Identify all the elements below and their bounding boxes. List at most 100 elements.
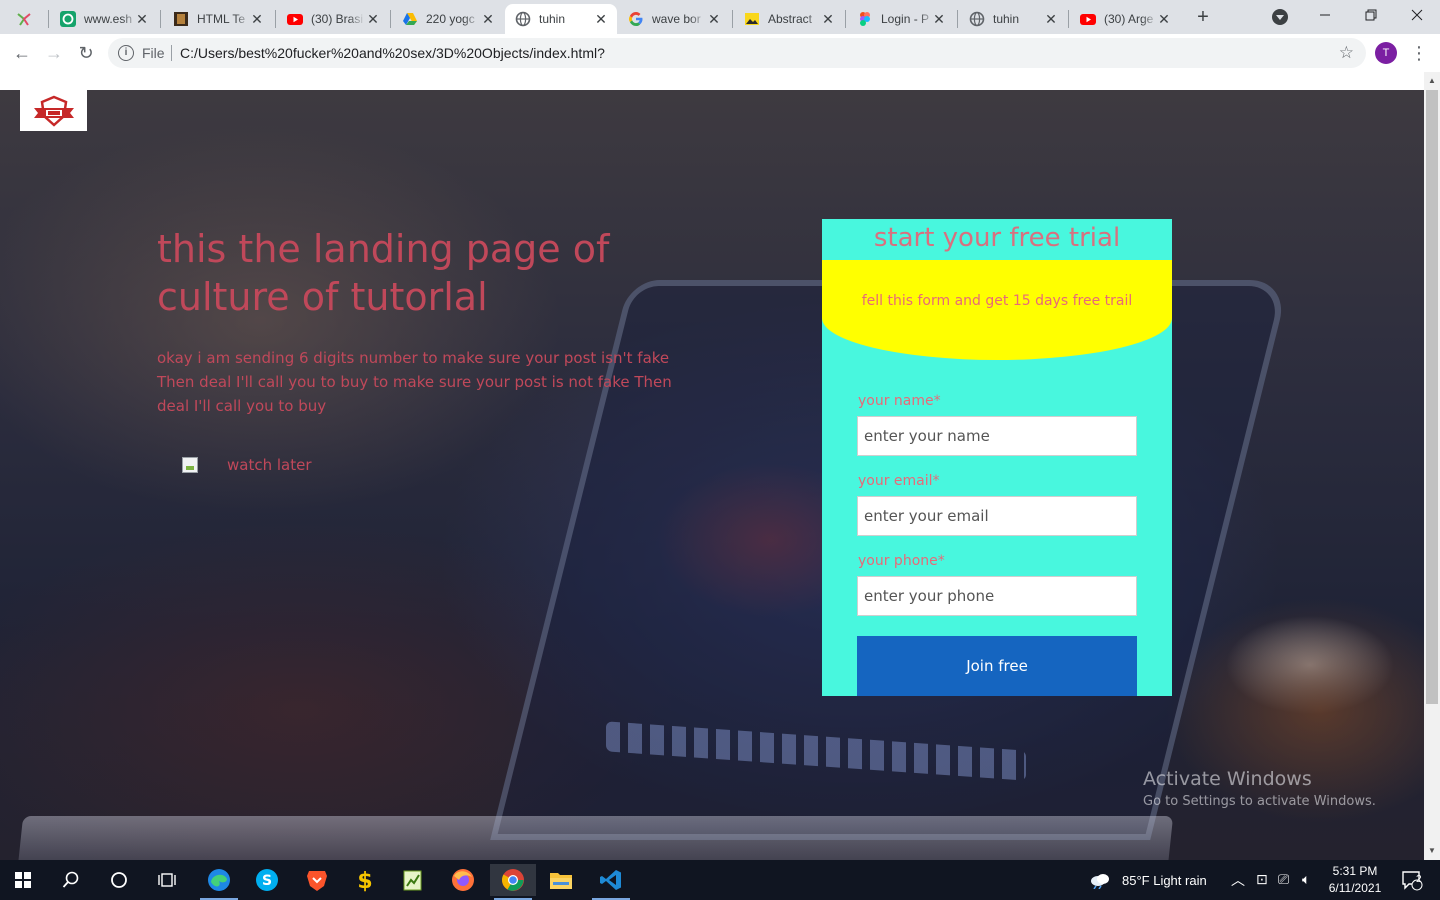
svg-text:$: $	[357, 869, 372, 892]
search-icon[interactable]	[48, 864, 94, 896]
close-icon[interactable]: ✕	[1043, 11, 1059, 27]
site-logo[interactable]	[20, 90, 87, 131]
email-label: your email*	[858, 473, 940, 489]
book-icon	[173, 11, 189, 27]
name-input[interactable]	[857, 416, 1137, 456]
scrollbar-thumb[interactable]	[1426, 90, 1438, 704]
firefox-icon[interactable]	[440, 864, 486, 896]
tab-6[interactable]: wave bor ✕	[618, 4, 730, 34]
meet-now-icon[interactable]: ⊡	[1256, 871, 1268, 888]
vscode-icon[interactable]	[588, 864, 634, 900]
close-icon[interactable]: ✕	[820, 11, 836, 27]
new-tab-button[interactable]: +	[1192, 6, 1214, 28]
phone-label: your phone*	[858, 553, 945, 569]
tab-separator	[275, 10, 276, 28]
tab-1[interactable]: www.esh ✕	[50, 4, 158, 34]
notification-center-icon[interactable]: 2	[1392, 864, 1432, 896]
minimize-icon[interactable]	[1302, 0, 1348, 30]
figma-icon	[857, 11, 873, 27]
tab-strip: www.esh ✕ HTML Te ✕ (30) Brasi ✕ 220 yog…	[0, 0, 1440, 34]
grammarly-icon	[60, 11, 76, 27]
youtube-icon	[287, 11, 303, 27]
email-input[interactable]	[857, 496, 1137, 536]
info-icon[interactable]: i	[118, 45, 134, 61]
watch-later-link[interactable]: watch later	[182, 456, 312, 474]
tab-separator	[160, 10, 161, 28]
volume-icon[interactable]: 🔈︎	[1302, 871, 1310, 888]
weather-cloud-icon[interactable]	[1080, 864, 1120, 896]
globe-icon	[969, 11, 985, 27]
chrome-icon[interactable]	[490, 864, 536, 900]
brave-icon[interactable]	[294, 864, 340, 896]
start-windows-icon[interactable]	[0, 864, 46, 896]
notepad-plus-icon[interactable]	[390, 864, 436, 896]
youtube-icon	[1080, 11, 1096, 27]
tab-10[interactable]: (30) Arge ✕	[1070, 4, 1180, 34]
tab-5-active[interactable]: tuhin ✕	[505, 4, 617, 34]
tray-chevron-up-icon[interactable]: ︿	[1231, 870, 1245, 890]
tab-4[interactable]: 220 yogc ✕	[392, 4, 504, 34]
restore-icon[interactable]	[1348, 0, 1394, 30]
clock-time: 5:31 PM	[1332, 864, 1378, 878]
address-bar[interactable]: i File C:/Users/best%20fucker%20and%20se…	[108, 38, 1366, 68]
network-icon[interactable]: ⎚	[1278, 871, 1289, 888]
url-text[interactable]: C:/Users/best%20fucker%20and%20sex/3D%20…	[180, 45, 605, 61]
shield-logo-icon	[33, 95, 74, 127]
page-scrollbar[interactable]: ▲ ▼	[1424, 72, 1440, 860]
file-explorer-icon[interactable]	[538, 864, 584, 896]
task-view-icon[interactable]	[144, 864, 190, 896]
skype-icon[interactable]: S	[244, 864, 290, 896]
edge-icon[interactable]	[196, 864, 242, 900]
tab-9[interactable]: tuhin ✕	[959, 4, 1067, 34]
form-title: start your free trial	[873, 223, 1121, 253]
broken-image-icon	[182, 457, 198, 473]
hero-subtext: okay i am sending 6 digits number to mak…	[157, 349, 672, 415]
tab-title: (30) Arge	[1104, 12, 1154, 26]
scroll-down-arrow-icon[interactable]: ▼	[1424, 844, 1440, 858]
page-viewport: this the landing page of culture of tuto…	[0, 72, 1424, 860]
bookmark-star-icon[interactable]: ☆	[1339, 43, 1354, 63]
tab-8[interactable]: Login - P ✕	[847, 4, 955, 34]
activate-windows-watermark: Activate Windows Go to Settings to activ…	[1143, 766, 1376, 812]
close-icon[interactable]: ✕	[1156, 11, 1172, 27]
tab-separator	[732, 10, 733, 28]
hero-section: this the landing page of culture of tuto…	[0, 90, 1424, 860]
tab-title: 220 yogc	[426, 12, 475, 26]
tab-search-icon[interactable]	[1272, 9, 1288, 25]
tab-7[interactable]: Abstract ✕	[734, 4, 844, 34]
tab-separator	[957, 10, 958, 28]
google-icon	[628, 11, 644, 27]
close-icon[interactable]: ✕	[480, 11, 496, 27]
profile-avatar[interactable]: T	[1375, 42, 1397, 64]
close-icon[interactable]: ✕	[706, 11, 722, 27]
tab-2[interactable]: HTML Te ✕	[163, 4, 273, 34]
system-clock[interactable]: 5:31 PM 6/11/2021	[1322, 863, 1388, 897]
forward-arrow-icon[interactable]: →	[42, 41, 66, 65]
back-arrow-icon[interactable]: ←	[10, 41, 34, 65]
money-app-icon[interactable]: $	[342, 864, 388, 896]
close-icon[interactable]: ✕	[134, 11, 150, 27]
tab-3[interactable]: (30) Brasi ✕	[277, 4, 389, 34]
scroll-up-arrow-icon[interactable]: ▲	[1424, 74, 1440, 88]
tab-title: HTML Te	[197, 12, 246, 26]
weather-text[interactable]: 85°F Light rain	[1122, 873, 1207, 888]
close-icon[interactable]: ✕	[365, 11, 381, 27]
image-icon	[744, 11, 760, 27]
svg-text:S: S	[262, 873, 272, 889]
scheme-label: File	[142, 45, 165, 61]
menu-kebab-icon[interactable]: ⋮	[1410, 41, 1428, 65]
close-icon[interactable]: ✕	[931, 11, 947, 27]
reload-icon[interactable]: ↻	[74, 41, 98, 65]
cortana-icon[interactable]	[96, 864, 142, 896]
name-label: your name*	[858, 393, 941, 409]
ms-logo-icon	[16, 11, 32, 27]
phone-input[interactable]	[857, 576, 1137, 616]
form-banner: fell this form and get 15 days free trai…	[822, 260, 1172, 360]
browser-toolbar: ← → ↻ i File C:/Users/best%20fucker%20an…	[0, 34, 1440, 72]
window-close-icon[interactable]	[1394, 0, 1440, 30]
tab-0[interactable]	[6, 4, 48, 34]
close-icon[interactable]: ✕	[593, 11, 609, 27]
tab-title: tuhin	[539, 12, 566, 26]
join-free-button[interactable]: Join free	[857, 636, 1137, 696]
close-icon[interactable]: ✕	[249, 11, 265, 27]
